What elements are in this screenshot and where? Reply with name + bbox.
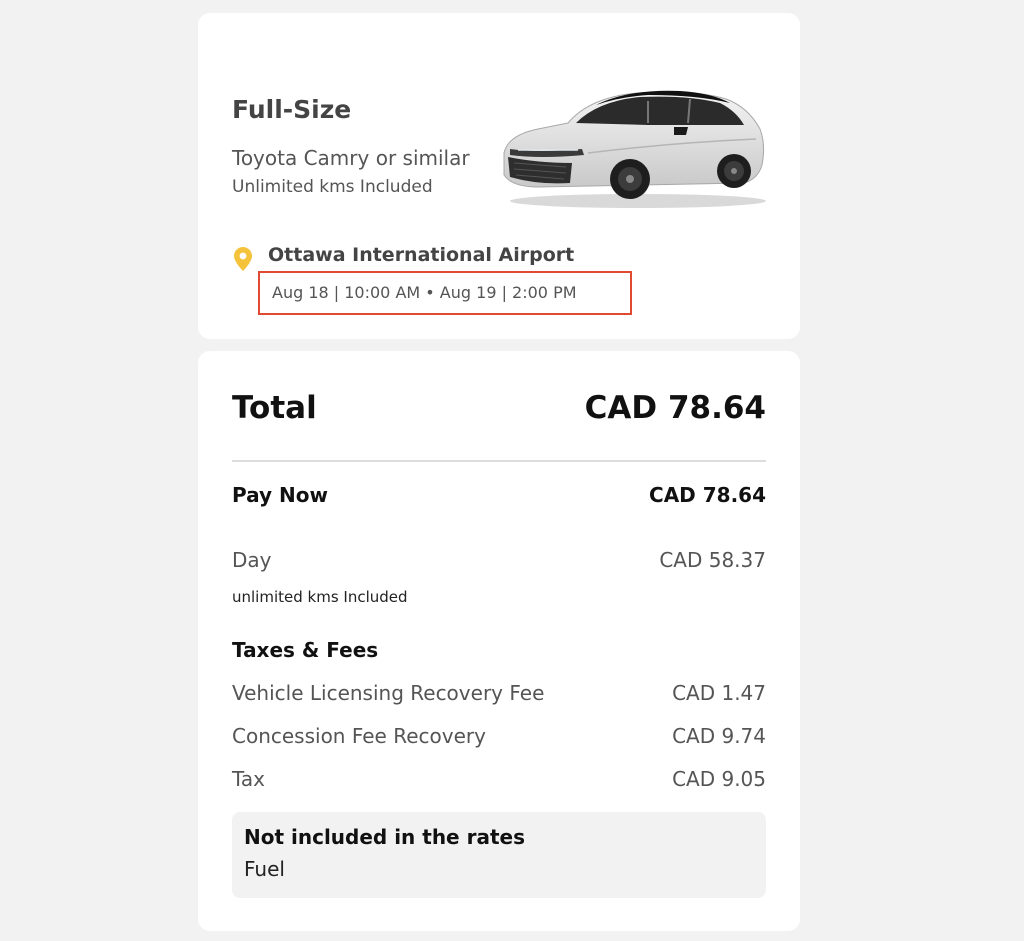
total-label: Total: [232, 390, 317, 426]
fee-label: Tax: [232, 767, 265, 791]
not-included-items: Fuel: [244, 857, 285, 881]
day-rate-label: Day: [232, 548, 272, 572]
price-summary-card: Total CAD 78.64 Pay Now CAD 78.64 Day CA…: [198, 351, 800, 931]
fee-value: CAD 9.05: [672, 767, 766, 791]
fee-value: CAD 1.47: [672, 681, 766, 705]
taxes-fees-heading: Taxes & Fees: [232, 638, 379, 662]
pay-now-value: CAD 78.64: [649, 483, 766, 507]
divider: [232, 460, 766, 462]
pay-now-label: Pay Now: [232, 483, 328, 507]
total-value: CAD 78.64: [584, 390, 766, 426]
rental-dates: Aug 18 | 10:00 AM • Aug 19 | 2:00 PM: [272, 283, 577, 302]
mileage-info: Unlimited kms Included: [232, 177, 433, 197]
not-included-title: Not included in the rates: [244, 825, 525, 849]
location-pin-icon: [234, 247, 252, 271]
fee-label: Concession Fee Recovery: [232, 724, 486, 748]
location-name: Ottawa International Airport: [268, 244, 575, 266]
day-rate-value: CAD 58.37: [659, 548, 766, 572]
car-model: Toyota Camry or similar: [232, 146, 470, 170]
day-rate-note: unlimited kms Included: [232, 588, 408, 606]
rental-dates-highlight: Aug 18 | 10:00 AM • Aug 19 | 2:00 PM: [258, 271, 632, 315]
fee-label: Vehicle Licensing Recovery Fee: [232, 681, 545, 705]
car-class-title: Full-Size: [232, 95, 352, 124]
vehicle-card: Full-Size Toyota Camry or similar Unlimi…: [198, 13, 800, 339]
fee-value: CAD 9.74: [672, 724, 766, 748]
not-included-box: Not included in the rates Fuel: [232, 812, 766, 898]
car-image: [503, 90, 766, 208]
